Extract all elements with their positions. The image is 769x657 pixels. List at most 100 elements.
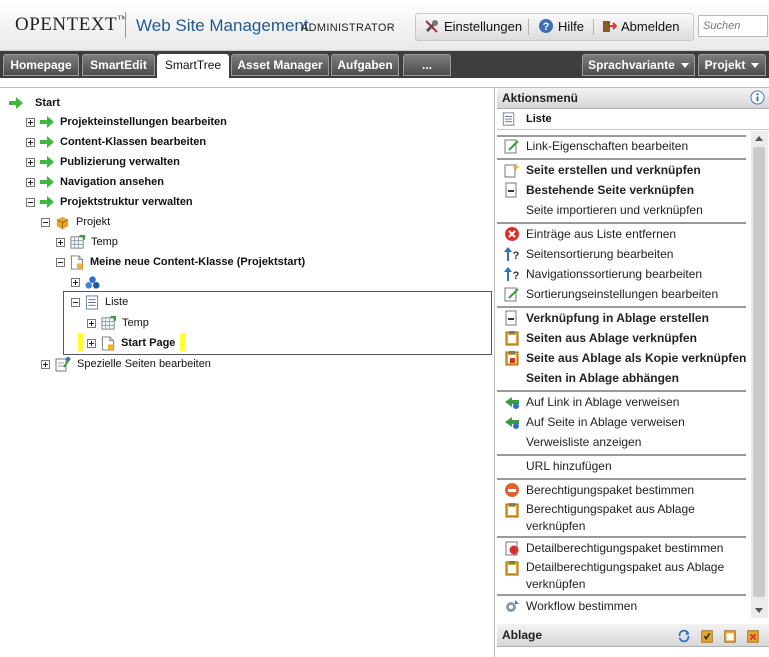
scrollbar-thumb[interactable] <box>753 147 765 597</box>
tree-node-content-klasse[interactable]: Meine neue Content-Klasse (Projektstart) <box>56 254 305 270</box>
tree-label: Temp <box>122 317 149 329</box>
action-sorting-settings[interactable]: Sortierungseinstellungen bearbeiten <box>497 284 749 304</box>
chevron-down-icon <box>751 63 760 69</box>
expand-icon[interactable] <box>71 277 80 287</box>
tree-node-navigation[interactable]: Navigation ansehen <box>26 174 164 190</box>
collapse-icon[interactable] <box>56 257 65 267</box>
tree-label: Navigation ansehen <box>60 176 164 188</box>
blank-icon <box>504 434 520 450</box>
action-link-existing-page[interactable]: Bestehende Seite verknüpfen <box>497 180 749 200</box>
product-name: Web Site Management <box>136 16 309 35</box>
action-permission-from-clipboard[interactable]: Berechtigungspaket aus Ablage verknüpfen <box>497 500 749 536</box>
expand-icon[interactable] <box>56 237 65 247</box>
search-input[interactable] <box>698 15 768 37</box>
top-menu: Einstellungen ? Hilfe Abmelden <box>415 13 694 41</box>
action-create-page[interactable]: Seite erstellen und verknüpfen <box>497 160 749 180</box>
menu-divider <box>593 19 594 35</box>
collapse-icon[interactable] <box>41 217 50 227</box>
tree-node-start[interactable]: Start <box>9 95 60 111</box>
logout-button[interactable]: Abmelden <box>601 18 680 34</box>
tab-homepage[interactable]: Homepage <box>3 54 79 76</box>
table-template-icon <box>70 234 85 249</box>
empty-clipboard-icon[interactable] <box>723 629 737 643</box>
action-link-properties[interactable]: Link-Eigenschaften bearbeiten <box>497 136 749 156</box>
action-reference-page[interactable]: Auf Seite in Ablage verweisen <box>497 412 749 432</box>
tree-node-projekteinstellungen[interactable]: Projekteinstellungen bearbeiten <box>26 114 227 130</box>
action-import-page[interactable]: Seite importieren und verknüpfen <box>497 200 749 220</box>
settings-button[interactable]: Einstellungen <box>424 18 522 34</box>
expand-icon[interactable] <box>26 137 35 147</box>
svg-text:?: ? <box>513 270 520 282</box>
special-pages-icon <box>55 357 71 372</box>
tree-node-liste[interactable]: Liste <box>71 294 128 310</box>
action-permission-package[interactable]: Berechtigungspaket bestimmen <box>497 480 749 500</box>
tab-aufgaben[interactable]: Aufgaben <box>331 54 399 76</box>
info-icon[interactable] <box>750 90 765 105</box>
action-create-clipboard-link[interactable]: Verknüpfung in Ablage erstellen <box>497 308 749 328</box>
tree-node-start-page[interactable]: Start Page <box>87 335 175 351</box>
expand-icon[interactable] <box>41 359 50 369</box>
action-remove-entries[interactable]: Einträge aus Liste entfernen <box>497 224 749 244</box>
tree-node-temp[interactable]: Temp <box>56 234 118 250</box>
expand-icon[interactable] <box>26 117 35 127</box>
language-variant-dropdown[interactable]: Sprachvariante <box>582 54 695 76</box>
green-arrow-icon <box>9 97 23 109</box>
tab-asset-manager[interactable]: Asset Manager <box>231 54 329 76</box>
tree-node-projekt[interactable]: Projekt <box>41 214 110 230</box>
tab-smartedit[interactable]: SmartEdit <box>82 54 155 76</box>
action-menu-header: Aktionsmenü <box>497 88 769 109</box>
tree-node-projektstruktur[interactable]: Projektstruktur verwalten <box>26 194 193 210</box>
expand-icon[interactable] <box>26 177 35 187</box>
project-dropdown[interactable]: Projekt <box>698 54 766 76</box>
highlight-marker <box>78 333 83 351</box>
tree-label: Spezielle Seiten bearbeiten <box>77 358 211 370</box>
expand-icon[interactable] <box>87 318 96 328</box>
tree-node-content-klassen[interactable]: Content-Klassen bearbeiten <box>26 134 206 150</box>
tools-icon <box>425 20 438 33</box>
scroll-down-icon[interactable] <box>755 608 763 613</box>
action-detail-permission-from-clipboard[interactable]: Detailberechtigungspaket aus Ablage verk… <box>497 558 749 594</box>
help-button[interactable]: ? Hilfe <box>538 18 584 34</box>
tree-node-publizierung[interactable]: Publizierung verwalten <box>26 154 180 170</box>
scroll-up-icon[interactable] <box>755 136 763 141</box>
action-link-copy-from-clipboard[interactable]: Seite aus Ablage als Kopie verknüpfen <box>497 348 749 368</box>
tab-smarttree[interactable]: SmartTree <box>157 54 229 78</box>
action-menu-panel: Aktionsmenü Liste Link-Eigenschaften bea… <box>497 88 769 657</box>
action-reference-link[interactable]: Auf Link in Ablage verweisen <box>497 392 749 412</box>
delete-clipboard-icon[interactable] <box>746 629 760 643</box>
expand-icon[interactable] <box>87 338 96 348</box>
tree-node-spezielle-seiten[interactable]: Spezielle Seiten bearbeiten <box>41 356 211 372</box>
check-clipboard-icon[interactable] <box>700 629 714 643</box>
collapse-icon[interactable] <box>26 197 35 207</box>
tree-node-temp-child[interactable]: Temp <box>87 315 149 331</box>
workflow-icon <box>506 600 519 612</box>
list-icon <box>85 294 99 310</box>
action-navigation-sorting[interactable]: ? Navigationssortierung bearbeiten <box>497 264 749 284</box>
refresh-icon[interactable] <box>677 629 691 643</box>
tab-more[interactable]: ... <box>403 54 451 76</box>
action-workflow[interactable]: Workflow bestimmen <box>497 596 749 616</box>
action-menu-title: Aktionsmenü <box>502 91 579 105</box>
action-context: Liste <box>497 109 769 130</box>
menu-divider <box>528 19 529 35</box>
edit-icon <box>504 287 519 302</box>
highlight-marker <box>180 333 185 351</box>
action-link-from-clipboard[interactable]: Seiten aus Ablage verknüpfen <box>497 328 749 348</box>
detail-permission-icon <box>505 541 519 556</box>
link-page-icon <box>505 182 517 198</box>
tree-label: Projekteinstellungen bearbeiten <box>60 116 227 128</box>
action-page-sorting[interactable]: ? Seitensortierung bearbeiten <box>497 244 749 264</box>
action-reference-list[interactable]: Verweisliste anzeigen <box>497 432 749 452</box>
tree-label: Start <box>35 97 61 109</box>
green-arrow-icon <box>40 136 54 148</box>
collapse-icon[interactable] <box>71 297 80 307</box>
tab-underline <box>0 78 769 88</box>
package-icon <box>56 216 69 229</box>
tree-node-elements[interactable] <box>71 274 106 290</box>
action-add-url[interactable]: URL hinzufügen <box>497 456 749 476</box>
action-unlink-clipboard[interactable]: Seiten in Ablage abhängen <box>497 368 749 388</box>
expand-icon[interactable] <box>26 157 35 167</box>
clipboard-icon <box>505 561 519 576</box>
action-menu-scrollbar[interactable] <box>751 131 768 618</box>
action-detail-permission[interactable]: Detailberechtigungspaket bestimmen <box>497 538 749 558</box>
